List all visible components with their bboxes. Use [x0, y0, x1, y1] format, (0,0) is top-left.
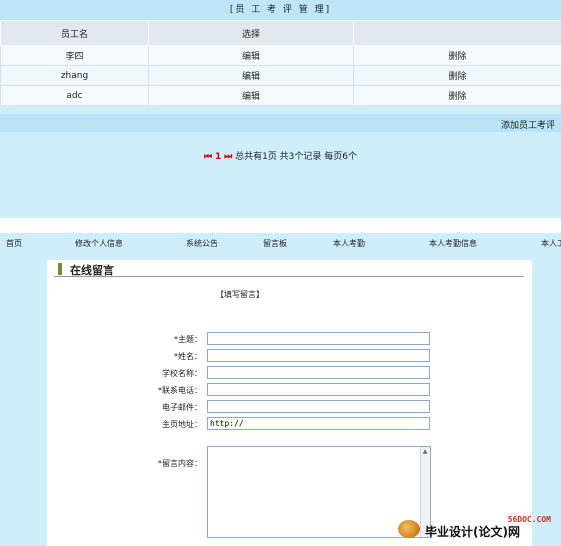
- edit-link[interactable]: 编辑: [148, 85, 354, 106]
- employee-table: 员工名 选择 李四 编辑 删除 zhang 编辑 删除 adc 编辑 删除: [0, 20, 561, 106]
- section-marker-icon: [58, 263, 62, 275]
- column-header-empty: [353, 20, 561, 46]
- nav-item-attendance-info[interactable]: 本人考勤信息: [429, 238, 477, 249]
- name-label: *姓名：: [174, 352, 202, 361]
- content-label: *留言内容：: [158, 459, 202, 468]
- homepage-label: 主页地址：: [162, 420, 202, 429]
- employee-name: adc: [0, 85, 149, 106]
- table-row: adc 编辑 删除: [0, 85, 561, 106]
- table-header-row: 员工名 选择: [0, 20, 561, 46]
- nav-item-message-board[interactable]: 留言板: [263, 238, 287, 249]
- subject-input[interactable]: [207, 332, 430, 345]
- subject-label: *主题：: [174, 335, 202, 344]
- scroll-up-arrow-icon[interactable]: ▲: [421, 448, 429, 456]
- watermark-logo-icon: [398, 520, 420, 538]
- school-input[interactable]: [207, 366, 430, 379]
- top-nav: 首页 修改个人信息 系统公告 留言板 本人考勤 本人考勤信息 本人工: [0, 238, 561, 254]
- pagination: ⏮ 1 ⏭ 总共有1页 共3个记录 每页6个: [0, 149, 561, 162]
- employee-name: 李四: [0, 45, 149, 66]
- column-header-employee: 员工名: [0, 20, 149, 46]
- nav-item-announcements[interactable]: 系统公告: [186, 238, 218, 249]
- form-header: 【填写留言】: [216, 290, 264, 299]
- title-divider: [54, 276, 524, 277]
- phone-label: *联系电话：: [158, 386, 202, 395]
- nav-item-edit-profile[interactable]: 修改个人信息: [75, 238, 123, 249]
- employee-name: zhang: [0, 65, 149, 86]
- delete-link[interactable]: 删除: [353, 45, 561, 66]
- nav-item-home[interactable]: 首页: [6, 238, 22, 249]
- delete-link[interactable]: 删除: [353, 85, 561, 106]
- edit-link[interactable]: 编辑: [148, 45, 354, 66]
- panel-title: [员 工 考 评 管 理]: [0, 0, 561, 20]
- watermark-text: 毕业设计(论文)网: [425, 525, 520, 539]
- email-input[interactable]: [207, 400, 430, 413]
- first-page-icon[interactable]: ⏮: [204, 152, 212, 162]
- nav-item-more[interactable]: 本人工: [541, 238, 561, 249]
- delete-link[interactable]: 删除: [353, 65, 561, 86]
- nav-item-attendance[interactable]: 本人考勤: [333, 238, 365, 249]
- email-label: 电子邮件：: [162, 403, 202, 412]
- message-content-textarea[interactable]: [207, 446, 431, 538]
- phone-input[interactable]: [207, 383, 430, 396]
- table-row: 李四 编辑 删除: [0, 45, 561, 66]
- table-row: zhang 编辑 删除: [0, 65, 561, 86]
- current-page-number[interactable]: 1: [215, 152, 221, 162]
- homepage-input[interactable]: [207, 417, 430, 430]
- action-bar: [0, 114, 561, 132]
- school-label: 学校名称：: [162, 369, 202, 378]
- column-header-select: 选择: [148, 20, 354, 46]
- edit-link[interactable]: 编辑: [148, 65, 354, 86]
- add-employee-review-link[interactable]: 添加员工考评: [501, 118, 555, 131]
- pagination-summary: 总共有1页 共3个记录 每页6个: [235, 152, 357, 162]
- last-page-icon[interactable]: ⏭: [224, 152, 232, 162]
- name-input[interactable]: [207, 349, 430, 362]
